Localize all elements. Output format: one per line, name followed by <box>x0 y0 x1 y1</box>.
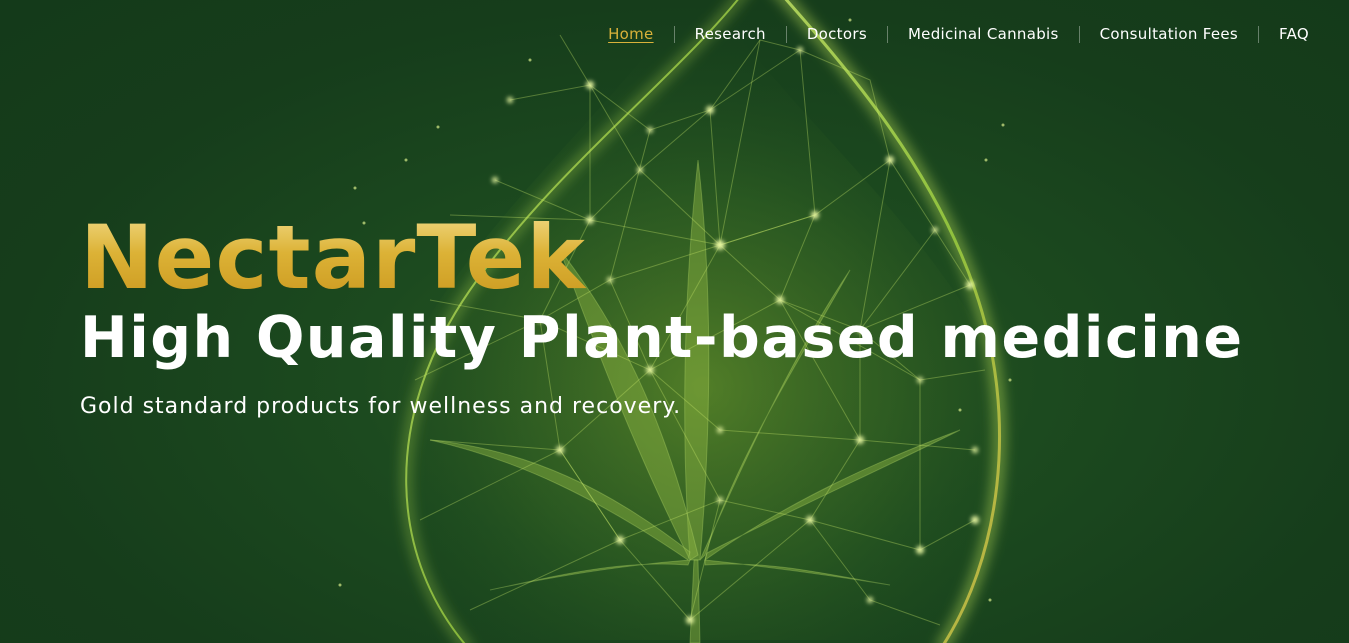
nav-item-doctors: Doctors <box>787 25 887 43</box>
nav-link-medicinal-cannabis[interactable]: Medicinal Cannabis <box>888 25 1079 43</box>
nav-link-home[interactable]: Home <box>588 25 674 43</box>
nav-link-consultation-fees[interactable]: Consultation Fees <box>1080 25 1258 43</box>
nav-item-faq: FAQ <box>1259 25 1309 43</box>
hero-tagline: Gold standard products for wellness and … <box>80 394 682 419</box>
nav-link-research[interactable]: Research <box>675 25 786 43</box>
nav-item-research: Research <box>675 25 786 43</box>
hero-section: Home Research Doctors Medicinal Cannabis… <box>0 0 1349 643</box>
nav-link-doctors[interactable]: Doctors <box>787 25 887 43</box>
brand-title: NectarTek <box>80 208 1244 308</box>
nav-link-faq[interactable]: FAQ <box>1259 25 1309 43</box>
hero-text-block: NectarTek High Quality Plant-based medic… <box>80 208 1244 422</box>
main-navigation: Home Research Doctors Medicinal Cannabis… <box>588 22 1309 46</box>
hero-headline: High Quality Plant-based medicine <box>80 305 1244 371</box>
nav-item-consultation-fees: Consultation Fees <box>1080 25 1258 43</box>
nav-item-home: Home <box>588 25 674 43</box>
nav-item-medicinal-cannabis: Medicinal Cannabis <box>888 25 1079 43</box>
